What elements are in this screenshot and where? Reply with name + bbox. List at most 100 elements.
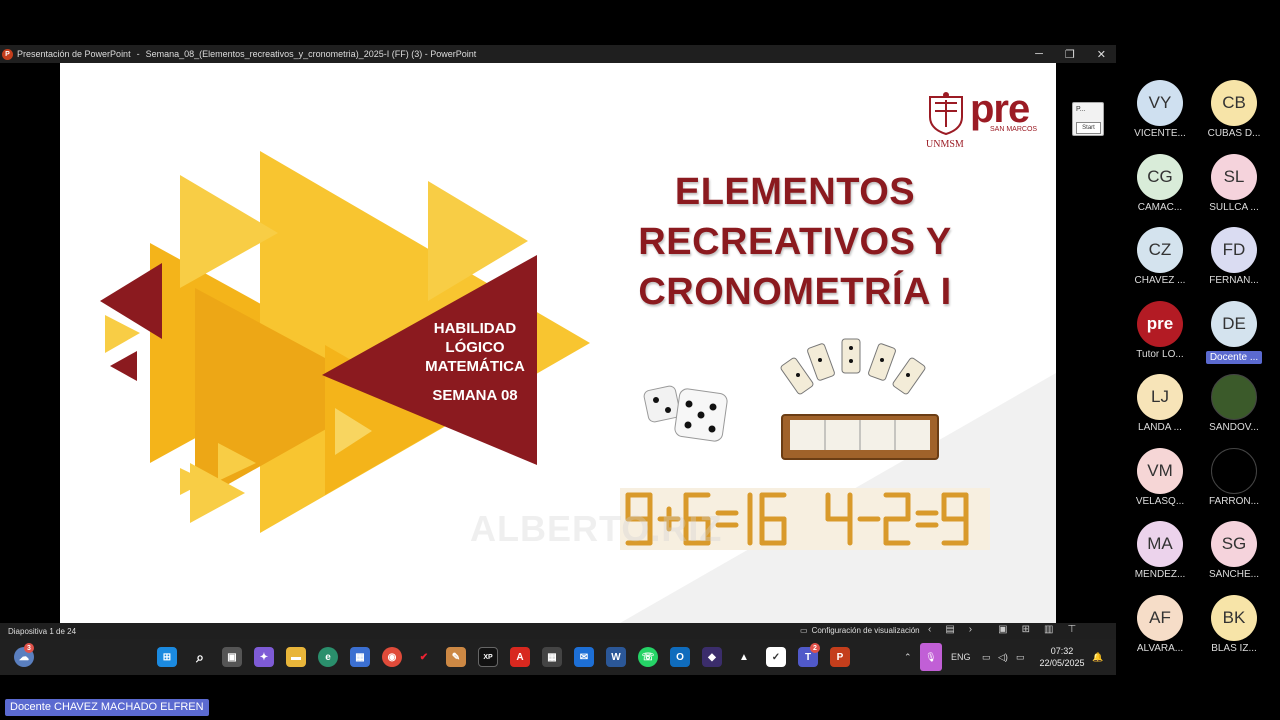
battery-icon[interactable]: ▭ bbox=[1016, 639, 1025, 675]
next-slide-icon[interactable]: › bbox=[969, 624, 972, 635]
participant-name-text: Tutor LO... bbox=[1136, 348, 1184, 360]
clock-date: 22/05/2025 bbox=[1039, 658, 1085, 668]
app-icon-check[interactable]: ✔ bbox=[414, 647, 434, 667]
app-icon-grid[interactable]: ▦ bbox=[542, 647, 562, 667]
avatar: BK bbox=[1211, 594, 1257, 641]
slide-menu-icon[interactable]: ▤ bbox=[945, 624, 954, 635]
participant-tile[interactable]: FD FERNAN... bbox=[1198, 227, 1270, 293]
participant-tile[interactable]: FARRON... bbox=[1198, 447, 1270, 514]
copilot-icon[interactable]: ✦ bbox=[254, 647, 274, 667]
participant-name-text: SULLCA ... bbox=[1209, 201, 1259, 213]
close-icon[interactable]: ✕ bbox=[1097, 48, 1106, 61]
participant-name: ALVARA... bbox=[1124, 643, 1196, 654]
participant-tile[interactable]: BK BLAS IZ... bbox=[1198, 594, 1270, 661]
participant-name-text: CUBAS D... bbox=[1207, 128, 1261, 139]
edge-icon[interactable]: e bbox=[318, 647, 338, 667]
week-label: SEMANA 08 bbox=[432, 387, 518, 404]
teams-badge: 2 bbox=[810, 643, 820, 653]
tray-overflow-icon[interactable]: ⌃ bbox=[904, 639, 912, 675]
window-controls: ─ ❐ ✕ bbox=[1035, 45, 1106, 63]
participant-name: Docente ... bbox=[1198, 349, 1270, 367]
taskbar-clock[interactable]: 07:32 22/05/2025 bbox=[1036, 645, 1088, 669]
network-icon[interactable]: ▭ bbox=[982, 639, 991, 675]
participant-tile[interactable]: LJ LANDA ... bbox=[1124, 374, 1196, 440]
participant-tile[interactable]: SG SÁNCHE... bbox=[1198, 521, 1270, 587]
volume-icon[interactable]: ◁) bbox=[998, 639, 1008, 675]
start-popup-label: P... bbox=[1076, 106, 1086, 113]
notifications-icon[interactable]: 🔔 bbox=[1092, 639, 1103, 675]
paint-icon[interactable]: ✎ bbox=[446, 647, 466, 667]
participant-name-text: LANDA ... bbox=[1138, 422, 1182, 433]
word-icon[interactable]: W bbox=[606, 647, 626, 667]
microphone-icon[interactable]: 🎙 bbox=[920, 643, 942, 671]
avatar: pre bbox=[1137, 300, 1183, 347]
slideshow-icon[interactable]: ⊤ bbox=[1067, 624, 1076, 635]
unmsm-crest-icon bbox=[929, 92, 963, 135]
participant-name-text: SANDOV... bbox=[1209, 422, 1259, 433]
participant-name: FERNAN... bbox=[1198, 275, 1270, 286]
participant-name-text: CHAVEZ ... bbox=[1134, 275, 1186, 286]
status-bar-controls: ‹ ▤ › ▣ ⊞ ▥ ⊤ bbox=[928, 624, 1076, 635]
participant-name-text: SÁNCHE... bbox=[1208, 569, 1259, 580]
avatar: SL bbox=[1211, 153, 1257, 200]
view-settings-button[interactable]: ▭ Configuración de visualización bbox=[800, 626, 920, 635]
app-icon-purple[interactable]: ◆ bbox=[702, 647, 722, 667]
start-button[interactable]: Start bbox=[1076, 122, 1101, 134]
participant-tile[interactable]: DE Docente ... bbox=[1198, 300, 1270, 367]
windows-start-icon[interactable]: ⊞ bbox=[157, 647, 177, 667]
chrome-icon[interactable]: ◉ bbox=[382, 647, 402, 667]
avatar: VM bbox=[1137, 447, 1183, 494]
participant-tile[interactable]: CB CUBAS D... bbox=[1198, 80, 1270, 146]
participant-name: MENDEZ... bbox=[1124, 569, 1196, 580]
participant-name: BLAS IZ... bbox=[1198, 643, 1270, 654]
powerpoint-taskbar-icon[interactable]: P bbox=[830, 647, 850, 667]
normal-view-icon[interactable]: ▣ bbox=[998, 624, 1007, 635]
title-line: CRONOMETRÍA I bbox=[638, 271, 952, 313]
slide-canvas: pre SAN MARCOS UNMSM ELEMENTOS RECREATIV… bbox=[60, 63, 1056, 623]
search-icon[interactable]: ⌕ bbox=[190, 647, 210, 667]
watermark: ALBERTO.RIZ bbox=[470, 508, 723, 549]
notes-icon[interactable]: ✓ bbox=[766, 647, 786, 667]
participant-name-text: ALVARA... bbox=[1136, 642, 1184, 654]
mail-icon[interactable]: ✉ bbox=[574, 647, 594, 667]
participant-tile[interactable]: VY VICENTE... bbox=[1124, 80, 1196, 146]
acrobat-icon[interactable]: A bbox=[510, 647, 530, 667]
participant-tile[interactable]: SL SULLCA ... bbox=[1198, 153, 1270, 220]
store-icon[interactable]: ▦ bbox=[350, 647, 370, 667]
participant-name: FARRON... bbox=[1198, 496, 1270, 507]
participant-tile[interactable]: CG CAMAC... bbox=[1124, 153, 1196, 220]
powerpoint-status-bar: Diapositiva 1 de 24 ▭ Configuración de v… bbox=[0, 623, 1116, 639]
start-popup: P... Start bbox=[1072, 102, 1104, 136]
task-view-icon[interactable]: ▣ bbox=[222, 647, 242, 667]
participant-name-text: MENDEZ... bbox=[1134, 569, 1186, 580]
whatsapp-icon[interactable]: ☏ bbox=[638, 647, 658, 667]
powerpoint-titlebar: P Presentación de PowerPoint - Semana_08… bbox=[0, 45, 1116, 63]
language-indicator[interactable]: ENG bbox=[951, 639, 971, 675]
participant-tile[interactable]: VM VELASQ... bbox=[1124, 447, 1196, 514]
document-title: Semana_08_(Elementos_recreativos_y_crono… bbox=[145, 49, 477, 59]
participant-tile[interactable]: SANDOV... bbox=[1198, 374, 1270, 440]
participant-name-text: CAMAC... bbox=[1137, 201, 1183, 213]
san-marcos-text: SAN MARCOS bbox=[990, 126, 1038, 133]
participant-tile[interactable]: AF ALVARA... bbox=[1124, 594, 1196, 661]
avatar: CZ bbox=[1137, 227, 1183, 273]
participant-name: LANDA ... bbox=[1124, 422, 1196, 433]
clock-time: 07:32 bbox=[1050, 646, 1074, 656]
course-label: HABILIDAD LÓGICO MATEMÁTICA SEMANA 08 bbox=[405, 319, 545, 405]
avatar: CB bbox=[1211, 80, 1257, 126]
participant-tile[interactable]: MA MENDEZ... bbox=[1124, 521, 1196, 587]
participant-tile[interactable]: CZ CHAVEZ ... bbox=[1124, 227, 1196, 293]
outlook-icon[interactable]: O bbox=[670, 647, 690, 667]
slide-sorter-icon[interactable]: ⊞ bbox=[1022, 624, 1030, 635]
minimize-icon[interactable]: ─ bbox=[1035, 48, 1043, 60]
reading-view-icon[interactable]: ▥ bbox=[1044, 624, 1053, 635]
xppen-icon[interactable]: XP bbox=[478, 647, 498, 667]
restore-icon[interactable]: ❐ bbox=[1065, 48, 1075, 61]
app-icon-prism[interactable]: ▲ bbox=[734, 647, 754, 667]
file-explorer-icon[interactable]: ▬ bbox=[286, 647, 306, 667]
previous-slide-icon[interactable]: ‹ bbox=[928, 624, 931, 635]
participant-name-text: VELASQ... bbox=[1135, 495, 1185, 507]
subject-line: HABILIDAD bbox=[433, 320, 517, 337]
participant-tile[interactable]: pre Tutor LO... bbox=[1124, 300, 1196, 367]
subject-line: LÓGICO bbox=[445, 339, 505, 356]
